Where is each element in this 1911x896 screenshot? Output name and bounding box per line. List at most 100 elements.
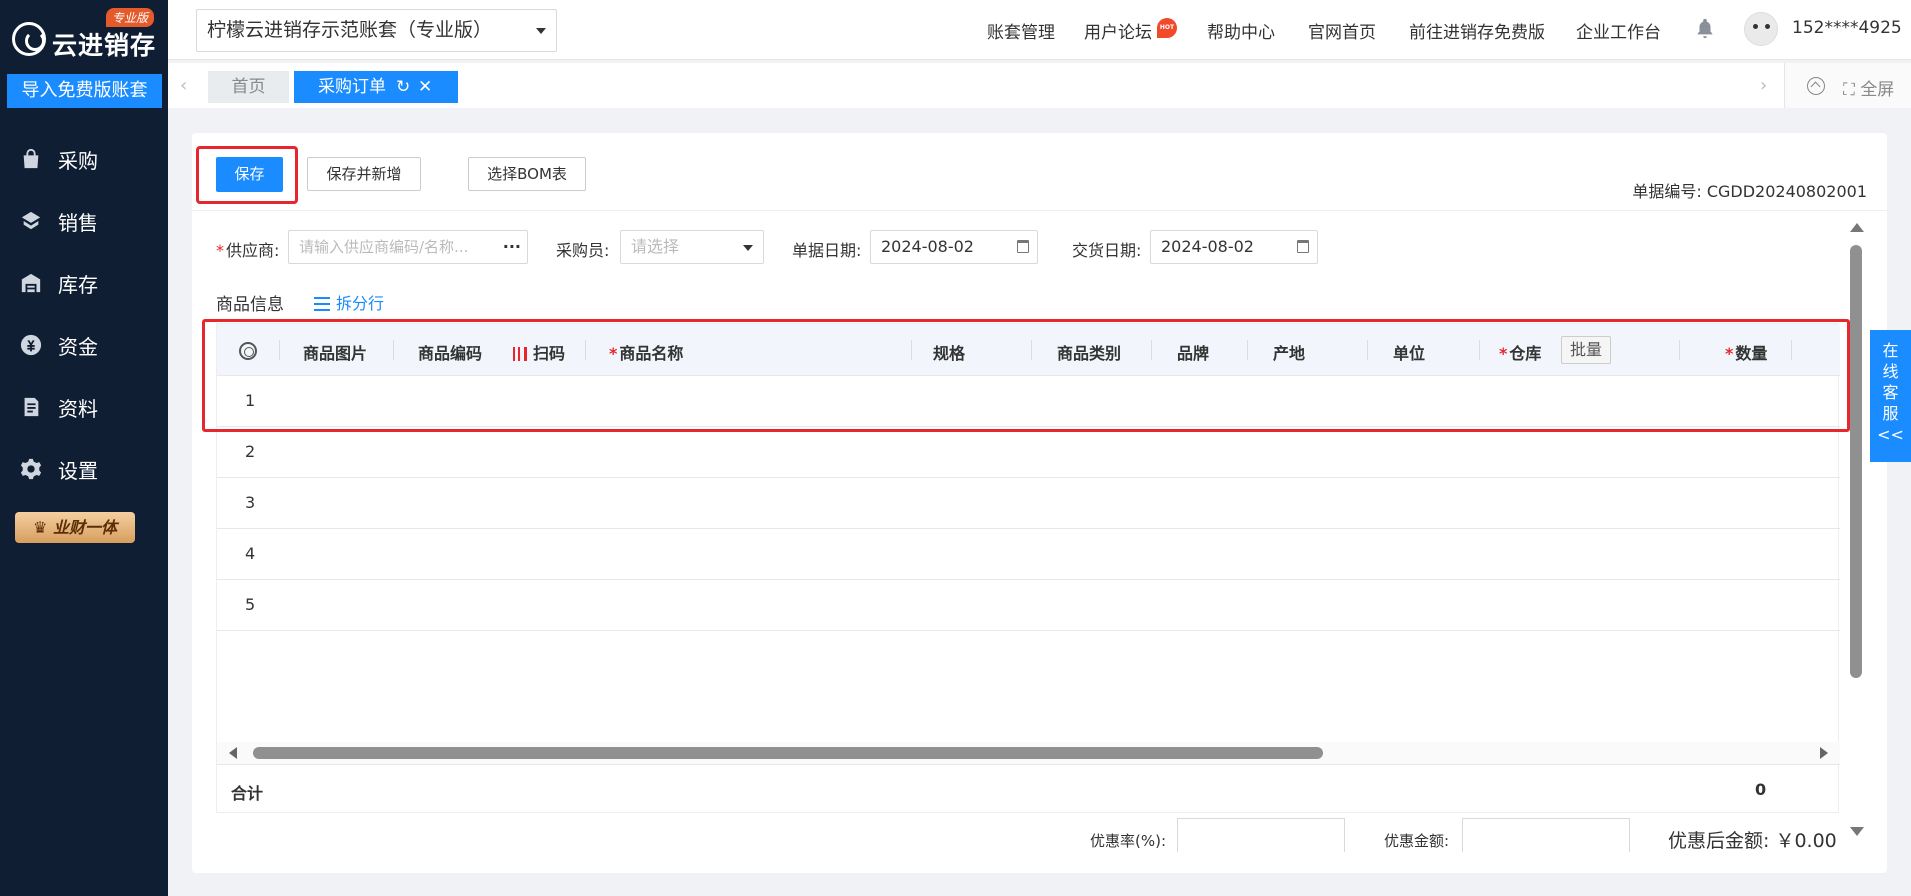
nav-official-site[interactable]: 官网首页 bbox=[1308, 18, 1376, 43]
doc-date-label: 单据日期: bbox=[792, 241, 862, 260]
tab-home[interactable]: 首页 bbox=[208, 71, 289, 103]
yen-icon bbox=[20, 334, 42, 356]
supplier-label-text: 供应商: bbox=[226, 241, 280, 260]
horizontal-scrollbar[interactable] bbox=[217, 742, 1840, 764]
row-number: 3 bbox=[245, 493, 256, 512]
nav-enterprise-workbench[interactable]: 企业工作台 bbox=[1576, 18, 1661, 43]
buyer-placeholder: 请选择 bbox=[631, 237, 680, 256]
edition-badge: 专业版 bbox=[105, 8, 154, 27]
split-row-button[interactable]: 拆分行 bbox=[314, 290, 384, 314]
service-arrow: << bbox=[1877, 425, 1904, 444]
table-row[interactable]: 4 bbox=[217, 529, 1840, 580]
table-header-highlight-box bbox=[202, 319, 1850, 432]
buyer-select[interactable]: 请选择 bbox=[620, 230, 764, 264]
brand-logo[interactable]: 专业版 云进销存 bbox=[10, 8, 160, 60]
sidebar-item-purchase[interactable]: 采购 bbox=[0, 128, 168, 190]
supplier-input[interactable]: 请输入供应商编码/名称... ··· bbox=[288, 230, 528, 264]
discount-amount-input[interactable] bbox=[1462, 818, 1630, 852]
sidebar-item-funds[interactable]: 资金 bbox=[0, 314, 168, 376]
save-button[interactable]: 保存 bbox=[216, 157, 283, 192]
sidebar-menu: 采购 销售 库存 资金 资料 设置 bbox=[0, 128, 168, 500]
vip-label: 业财一体 bbox=[52, 518, 117, 537]
supplier-placeholder: 请输入供应商编码/名称... bbox=[299, 238, 469, 256]
horizontal-scroll-thumb[interactable] bbox=[253, 747, 1323, 759]
discount-rate-input[interactable] bbox=[1177, 818, 1345, 852]
save-and-new-button[interactable]: 保存并新增 bbox=[307, 157, 421, 191]
scroll-down-icon[interactable] bbox=[1850, 827, 1864, 836]
final-amount-label: 优惠后金额: bbox=[1668, 830, 1770, 852]
nav-help-center[interactable]: 帮助中心 bbox=[1207, 18, 1275, 43]
calendar-icon[interactable] bbox=[1297, 240, 1309, 253]
sidebar-item-label: 资金 bbox=[58, 334, 98, 359]
select-bom-button[interactable]: 选择BOM表 bbox=[468, 157, 586, 191]
user-phone[interactable]: 152****4925 bbox=[1792, 18, 1902, 38]
top-header: 柠檬云进销存示范账套（专业版） 账套管理 用户论坛 HOT 帮助中心 官网首页 … bbox=[168, 0, 1911, 60]
account-select[interactable]: 柠檬云进销存示范账套（专业版） bbox=[196, 9, 557, 52]
row-number: 4 bbox=[245, 544, 256, 563]
discount-amount-label: 优惠金额: bbox=[1384, 832, 1450, 850]
collapse-icon[interactable] bbox=[1807, 77, 1825, 95]
document-icon bbox=[24, 397, 39, 417]
service-label: 在线客服 bbox=[1882, 341, 1899, 423]
sidebar-item-label: 库存 bbox=[58, 272, 98, 297]
bell-icon[interactable] bbox=[1694, 16, 1716, 40]
supplier-label: * 供应商: bbox=[216, 237, 279, 261]
row-number: 2 bbox=[245, 442, 256, 461]
refresh-icon[interactable]: ↻ bbox=[396, 71, 410, 103]
final-amount: 优惠后金额: ￥0.00 bbox=[1668, 826, 1837, 853]
vip-integration-button[interactable]: ♛ 业财一体 bbox=[15, 512, 135, 543]
more-icon[interactable]: ··· bbox=[503, 231, 521, 263]
chevron-right-icon[interactable]: › bbox=[1760, 75, 1767, 96]
online-service-tab[interactable]: 在线客服 << bbox=[1870, 330, 1911, 462]
import-free-account-button[interactable]: 导入免费版账套 bbox=[7, 74, 162, 108]
fullscreen-button[interactable]: ⛶ 全屏 bbox=[1843, 75, 1894, 100]
doc-date-input[interactable]: 2024-08-02 bbox=[870, 230, 1038, 264]
nav-label: 用户论坛 bbox=[1084, 23, 1152, 43]
close-icon[interactable]: ✕ bbox=[418, 71, 432, 103]
table-row[interactable]: 3 bbox=[217, 478, 1840, 529]
vertical-scroll-thumb[interactable] bbox=[1850, 245, 1862, 678]
sidebar-item-label: 销售 bbox=[58, 210, 98, 235]
delivery-date-input[interactable]: 2024-08-02 bbox=[1150, 230, 1318, 264]
sidebar: 专业版 云进销存 导入免费版账套 采购 销售 库存 资金 资料 设置 ♛ 业财一 bbox=[0, 0, 168, 896]
sidebar-item-inventory[interactable]: 库存 bbox=[0, 252, 168, 314]
scroll-left-icon[interactable] bbox=[229, 747, 237, 759]
doc-date-value: 2024-08-02 bbox=[881, 237, 974, 256]
sidebar-item-data[interactable]: 资料 bbox=[0, 376, 168, 438]
sidebar-item-settings[interactable]: 设置 bbox=[0, 438, 168, 500]
fullscreen-label: 全屏 bbox=[1860, 80, 1895, 100]
required-mark: * bbox=[216, 241, 224, 260]
sidebar-item-label: 资料 bbox=[58, 396, 98, 421]
table-row[interactable]: 5 bbox=[217, 580, 1840, 631]
divider bbox=[192, 210, 1887, 211]
total-row: 合计 0 bbox=[217, 764, 1840, 814]
scroll-right-icon[interactable] bbox=[1820, 747, 1828, 759]
tab-tools: ⛶ 全屏 bbox=[1784, 63, 1911, 108]
nav-account-management[interactable]: 账套管理 bbox=[987, 18, 1055, 43]
buyer-label: 采购员: bbox=[556, 241, 610, 260]
tab-bar: ‹ 首页 采购订单 ↻ ✕ › ⛶ 全屏 bbox=[168, 63, 1911, 108]
final-amount-value: ￥0.00 bbox=[1775, 830, 1837, 852]
warehouse-icon bbox=[21, 273, 41, 293]
chevron-down-icon bbox=[536, 28, 546, 34]
split-label: 拆分行 bbox=[336, 294, 385, 313]
account-name: 柠檬云进销存示范账套（专业版） bbox=[207, 19, 493, 41]
sidebar-item-sales[interactable]: 销售 bbox=[0, 190, 168, 252]
delivery-date-value: 2024-08-02 bbox=[1161, 237, 1254, 256]
nav-free-edition[interactable]: 前往进销存免费版 bbox=[1409, 18, 1545, 43]
calendar-icon[interactable] bbox=[1017, 240, 1029, 253]
nav-user-forum[interactable]: 用户论坛 HOT bbox=[1084, 18, 1177, 43]
document-number: 单据编号: CGDD20240802001 bbox=[1632, 178, 1867, 202]
scroll-up-icon[interactable] bbox=[1850, 223, 1864, 232]
total-label: 合计 bbox=[231, 784, 264, 803]
tab-purchase-order[interactable]: 采购订单 ↻ ✕ bbox=[294, 71, 458, 103]
sales-icon bbox=[21, 211, 41, 230]
chevron-left-icon[interactable]: ‹ bbox=[180, 75, 187, 96]
sidebar-item-label: 设置 bbox=[58, 458, 98, 483]
avatar[interactable] bbox=[1744, 12, 1778, 46]
table-row[interactable]: 2 bbox=[217, 427, 1840, 478]
tab-label: 采购订单 bbox=[318, 77, 386, 97]
bag-icon bbox=[23, 148, 39, 169]
purchase-order-panel: 保存 保存并新增 选择BOM表 单据编号: CGDD20240802001 * 供… bbox=[192, 133, 1887, 873]
logo-icon bbox=[12, 22, 46, 56]
